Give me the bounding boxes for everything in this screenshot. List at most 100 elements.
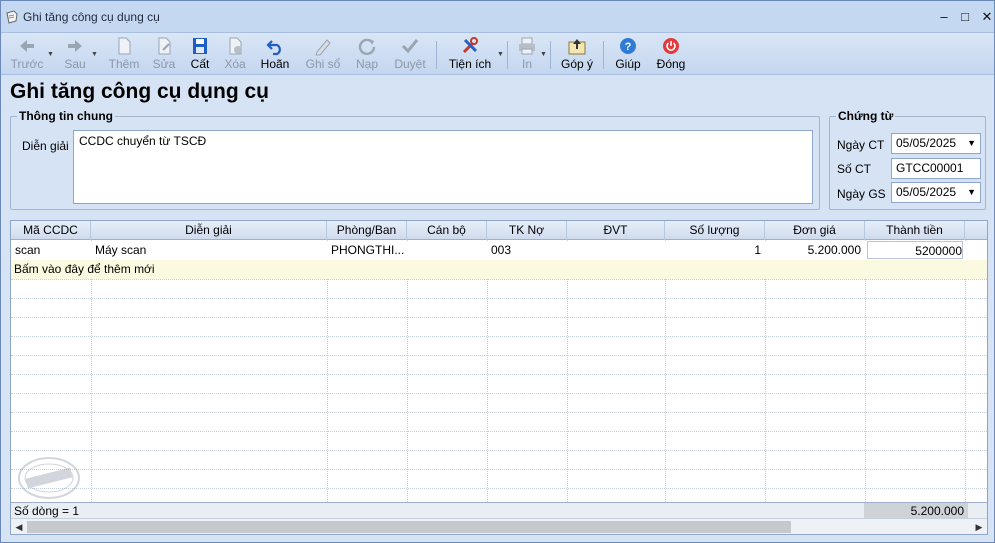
cell-debit-account[interactable]: 003 xyxy=(491,241,565,259)
column-header-quantity[interactable]: Số lượng xyxy=(665,221,765,240)
column-header-amount[interactable]: Thành tiền xyxy=(865,221,965,240)
column-header-code[interactable]: Mã CCDC xyxy=(11,221,91,240)
utilities-label: Tiện ích xyxy=(448,57,492,71)
toolbar-separator xyxy=(436,41,437,69)
help-button[interactable]: ? Giúp xyxy=(612,35,644,73)
cell-unit[interactable] xyxy=(571,241,663,259)
column-header-unit-price[interactable]: Đơn giá xyxy=(765,221,865,240)
voucher-number-field[interactable]: GTCC00001 xyxy=(891,158,981,179)
cell-description[interactable]: Máy scan xyxy=(95,241,323,259)
save-button[interactable]: Cất xyxy=(185,35,215,73)
approve-label: Duyệt xyxy=(394,57,426,71)
add-button[interactable]: Thêm xyxy=(106,35,142,73)
new-row-hint[interactable]: Bấm vào đây để thêm mới xyxy=(14,260,314,278)
grid-line xyxy=(11,279,987,280)
voucher-date-field[interactable]: 05/05/2025 ▼ xyxy=(891,133,981,154)
column-header-staff[interactable]: Cán bộ xyxy=(407,221,487,240)
close-window-button[interactable]: ✕ xyxy=(978,8,995,26)
general-info-legend: Thông tin chung xyxy=(17,109,115,123)
maximize-button[interactable]: □ xyxy=(956,8,974,26)
edit-label: Sửa xyxy=(152,57,176,71)
post-label: Ghi sổ xyxy=(305,57,341,71)
utilities-button[interactable]: Tiện ích ▼ xyxy=(445,35,504,73)
svg-text:?: ? xyxy=(625,41,632,53)
delete-button[interactable]: Xóa xyxy=(219,35,251,73)
voucher-group: Chứng từ Ngày CT 05/05/2025 ▼ Số CT GTCC… xyxy=(829,109,986,210)
toolbar-separator xyxy=(507,41,508,69)
pencil-icon xyxy=(315,39,331,56)
horizontal-scrollbar[interactable]: ◀ ▶ xyxy=(11,518,987,534)
close-button[interactable]: Đóng xyxy=(653,35,689,73)
add-label: Thêm xyxy=(108,57,140,71)
app-icon xyxy=(6,10,18,24)
arrow-right-icon xyxy=(68,40,82,52)
voucher-date-value: 05/05/2025 xyxy=(896,136,957,150)
feedback-button[interactable]: Góp ý xyxy=(558,35,596,73)
help-icon: ? xyxy=(620,38,636,54)
new-row[interactable]: Bấm vào đây để thêm mới xyxy=(11,260,987,279)
scroll-left-icon[interactable]: ◀ xyxy=(12,520,26,534)
chevron-down-icon[interactable]: ▼ xyxy=(967,183,976,202)
grid-line xyxy=(11,355,987,356)
save-label: Cất xyxy=(190,57,210,71)
chevron-down-icon[interactable]: ▼ xyxy=(540,51,547,58)
help-label: Giúp xyxy=(615,57,641,71)
post-date-label: Ngày GS xyxy=(837,187,886,201)
chevron-down-icon[interactable]: ▼ xyxy=(91,51,98,58)
checkmark-icon xyxy=(401,39,419,54)
column-header-description[interactable]: Diễn giải xyxy=(91,221,327,240)
column-header-unit[interactable]: ĐVT xyxy=(567,221,665,240)
grid-line xyxy=(11,298,987,299)
undo-button[interactable]: Hoãn xyxy=(257,35,293,73)
column-header-debit-account[interactable]: TK Nợ xyxy=(487,221,567,240)
scroll-right-icon[interactable]: ▶ xyxy=(972,520,986,534)
post-button[interactable]: Ghi sổ xyxy=(302,35,344,73)
delete-label: Xóa xyxy=(224,57,246,71)
chevron-down-icon[interactable]: ▼ xyxy=(967,134,976,153)
watermark-stamp-icon xyxy=(18,457,80,499)
post-date-field[interactable]: 05/05/2025 ▼ xyxy=(891,182,981,203)
post-date-value: 05/05/2025 xyxy=(896,185,957,199)
printer-icon xyxy=(519,37,535,55)
cell-staff[interactable] xyxy=(411,241,485,259)
cell-code[interactable]: scan xyxy=(15,241,89,259)
app-window: Ghi tăng công cụ dụng cụ ‒ □ ✕ Trước ▼ S… xyxy=(0,0,995,543)
chevron-down-icon[interactable]: ▼ xyxy=(497,51,504,58)
grid-line xyxy=(11,488,987,489)
grid-line xyxy=(11,412,987,413)
new-document-icon xyxy=(118,37,131,55)
tools-icon xyxy=(462,37,478,54)
undo-label: Hoãn xyxy=(260,57,290,71)
cell-department[interactable]: PHONGTHI... xyxy=(331,241,405,259)
delete-document-icon xyxy=(229,37,242,55)
minimize-button[interactable]: ‒ xyxy=(935,8,953,26)
edit-document-icon xyxy=(158,37,171,55)
column-header-department[interactable]: Phòng/Ban xyxy=(327,221,407,240)
grid-line xyxy=(11,374,987,375)
load-label: Nạp xyxy=(355,57,378,71)
back-button[interactable]: Trước ▼ xyxy=(5,35,54,73)
toolbar: Trước ▼ Sau ▼ Thêm Sửa Cất Xóa Hoãn Ghi … xyxy=(1,33,994,75)
cell-unit-price[interactable]: 5.200.000 xyxy=(765,241,861,259)
description-field[interactable]: CCDC chuyển từ TSCĐ xyxy=(73,130,813,204)
toolbar-separator xyxy=(550,41,551,69)
total-amount: 5.200.000 xyxy=(864,503,968,519)
forward-label: Sau xyxy=(64,57,86,71)
voucher-number-value: GTCC00001 xyxy=(896,161,964,175)
load-button[interactable]: Nạp xyxy=(351,35,383,73)
title-bar: Ghi tăng công cụ dụng cụ ‒ □ ✕ xyxy=(1,1,994,33)
detail-grid[interactable]: Mã CCDC Diễn giải Phòng/Ban Cán bộ TK Nợ… xyxy=(10,220,988,535)
general-info-group: Thông tin chung Diễn giải CCDC chuyển từ… xyxy=(10,109,820,210)
print-button[interactable]: In ▼ xyxy=(514,35,547,73)
forward-button[interactable]: Sau ▼ xyxy=(57,35,98,73)
scrollbar-thumb[interactable] xyxy=(27,521,791,533)
description-label: Diễn giải xyxy=(22,139,69,153)
cell-quantity[interactable]: 1 xyxy=(665,241,761,259)
grid-footer: Số dòng = 1 5.200.000 xyxy=(11,502,987,519)
edit-button[interactable]: Sửa xyxy=(147,35,181,73)
table-row[interactable]: scan Máy scan PHONGTHI... 003 1 5.200.00… xyxy=(11,241,987,260)
approve-button[interactable]: Duyệt xyxy=(390,35,430,73)
chevron-down-icon[interactable]: ▼ xyxy=(47,51,54,58)
arrow-left-icon xyxy=(20,40,34,52)
cell-amount[interactable]: 5200000 xyxy=(867,241,963,259)
